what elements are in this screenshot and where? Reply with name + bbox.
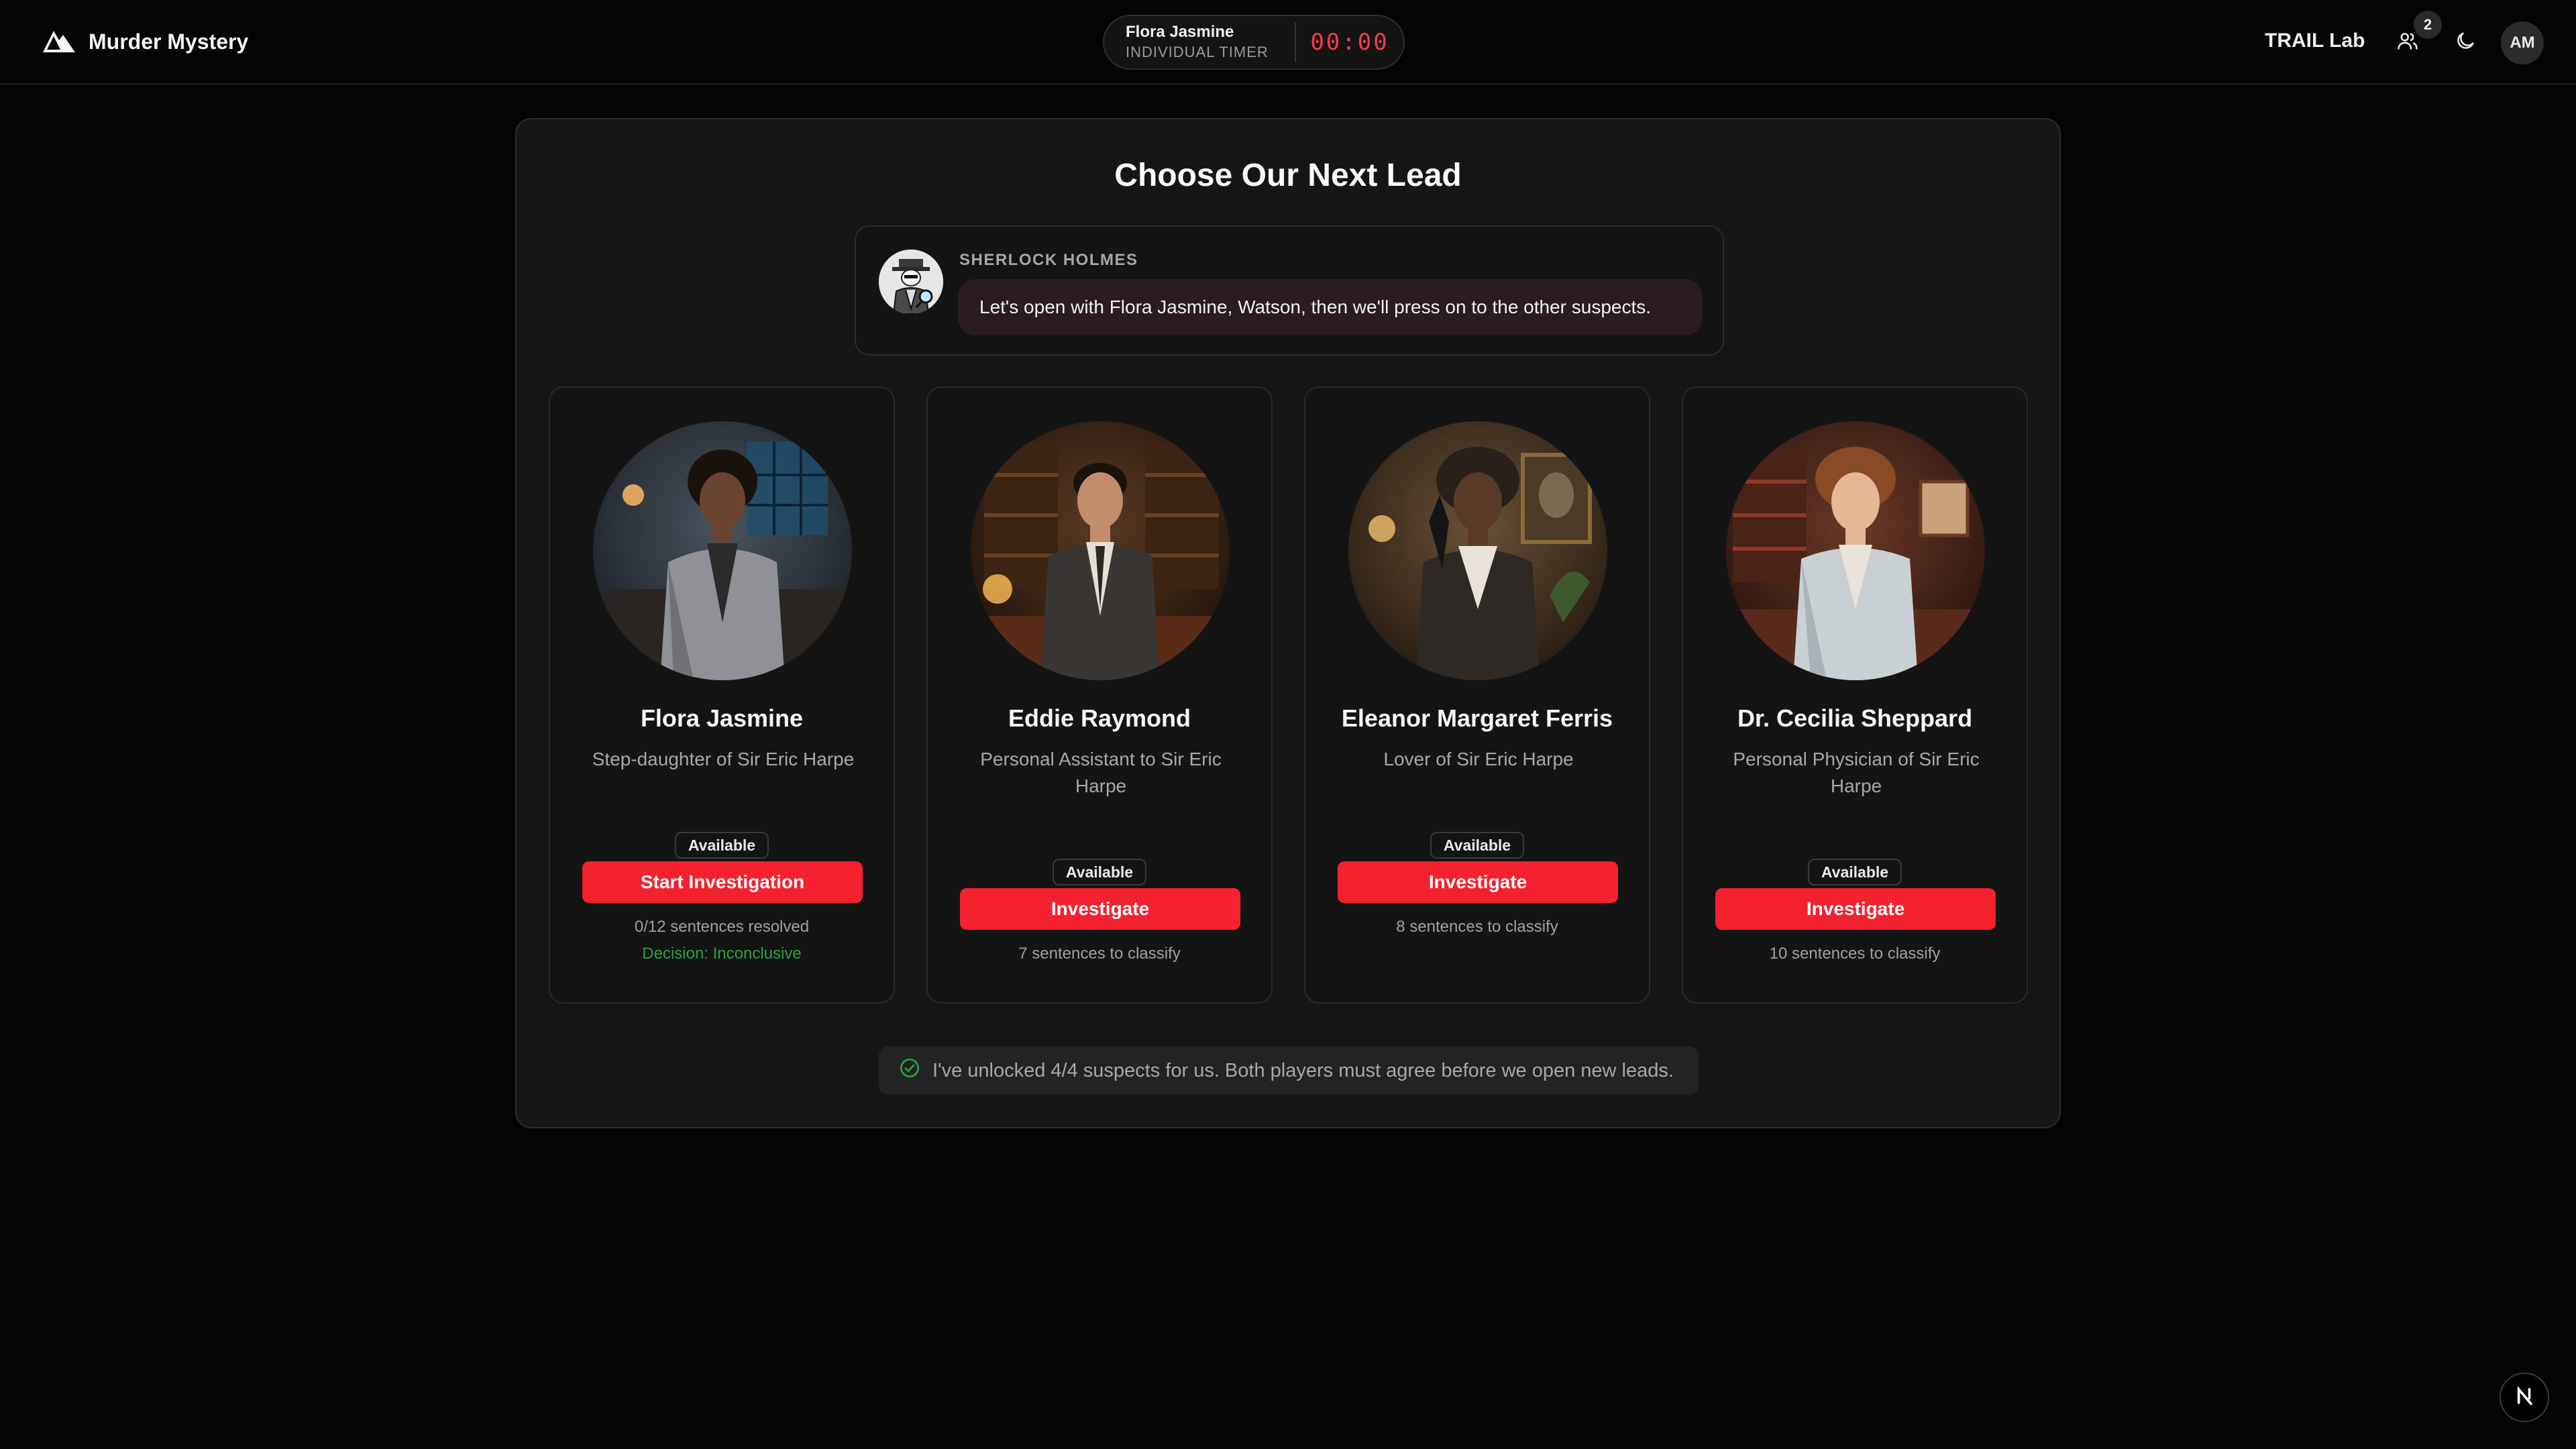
lab-name: TRAIL Lab <box>2265 30 2365 52</box>
user-avatar[interactable]: AM <box>2501 21 2544 64</box>
status-badge: Available <box>1430 832 1525 859</box>
suspect-name: Eleanor Margaret Ferris <box>1341 704 1613 732</box>
nextjs-logo-icon <box>2511 1383 2538 1413</box>
suspect-card-eddie-raymond: Eddie Raymond Personal Assistant to Sir … <box>926 386 1273 1004</box>
suspect-cards: Flora Jasmine Step-daughter of Sir Eric … <box>549 386 2030 1004</box>
suspect-portrait <box>1726 421 1985 680</box>
nextjs-dev-indicator[interactable] <box>2500 1373 2549 1422</box>
sentences-to-classify: 10 sentences to classify <box>1769 945 1941 963</box>
investigate-button[interactable]: Investigate <box>1338 861 1618 903</box>
check-circle-icon <box>899 1057 920 1084</box>
brand[interactable]: Murder Mystery <box>42 27 248 57</box>
unlock-status-message: I've unlocked 4/4 suspects for us. Both … <box>879 1046 1699 1095</box>
suspect-role: Personal Physician of Sir Eric Harpe <box>1733 749 1980 796</box>
sentences-to-classify: 8 sentences to classify <box>1396 918 1558 936</box>
unlock-message-text: I've unlocked 4/4 suspects for us. Both … <box>932 1059 1674 1081</box>
suspect-name: Eddie Raymond <box>1008 704 1191 732</box>
holmes-avatar <box>879 250 943 314</box>
mountain-logo-icon <box>42 27 76 57</box>
sentences-to-classify: 7 sentences to classify <box>1018 945 1181 963</box>
users-icon <box>2396 30 2419 56</box>
page-title: Choose Our Next Lead <box>1114 158 1462 193</box>
suspect-role: Step-daughter of Sir Eric Harpe <box>592 749 855 769</box>
suspect-card-flora-jasmine: Flora Jasmine Step-daughter of Sir Eric … <box>549 386 895 1004</box>
suspect-name: Dr. Cecilia Sheppard <box>1737 704 1973 732</box>
moon-icon <box>2454 30 2477 56</box>
timer-clock: 00:00 <box>1310 29 1389 56</box>
app-title: Murder Mystery <box>89 30 249 54</box>
sentences-resolved: 0/12 sentences resolved <box>634 918 810 936</box>
holmes-speech-bubble: Let's open with Flora Jasmine, Watson, t… <box>958 279 1703 335</box>
investigate-button[interactable]: Investigate <box>960 888 1240 930</box>
holmes-name: SHERLOCK HOLMES <box>959 251 1138 269</box>
suspect-portrait <box>593 421 852 680</box>
suspect-role: Personal Assistant to Sir Eric Harpe <box>980 749 1222 796</box>
start-investigation-button[interactable]: Start Investigation <box>582 861 863 903</box>
lead-selection-panel: Choose Our Next Lead SHERLOCK HOLMES Let… <box>515 118 2061 1128</box>
suspect-role: Lover of Sir Eric Harpe <box>1383 749 1574 769</box>
suspect-portrait <box>1348 421 1607 680</box>
investigate-button[interactable]: Investigate <box>1715 888 1996 930</box>
decision-status: Decision: Inconclusive <box>642 945 802 963</box>
status-badge: Available <box>674 832 769 859</box>
timer-label: INDIVIDUAL TIMER <box>1126 44 1269 60</box>
theme-toggle-button[interactable] <box>2450 27 2481 58</box>
holmes-message-box: SHERLOCK HOLMES Let's open with Flora Ja… <box>855 225 1724 356</box>
suspect-card-eleanor-margaret-ferris: Eleanor Margaret Ferris Lover of Sir Eri… <box>1304 386 1650 1004</box>
status-badge: Available <box>1052 859 1147 885</box>
individual-timer: Flora Jasmine INDIVIDUAL TIMER 00:00 <box>1103 15 1405 70</box>
top-bar: Murder Mystery Flora Jasmine INDIVIDUAL … <box>0 0 2576 85</box>
status-badge: Available <box>1807 859 1902 885</box>
suspect-portrait <box>971 421 1230 680</box>
timer-player-name: Flora Jasmine <box>1126 23 1234 41</box>
suspect-name: Flora Jasmine <box>640 704 804 732</box>
users-count-badge: 2 <box>2414 11 2442 39</box>
suspect-card-dr-cecilia-sheppard: Dr. Cecilia Sheppard Personal Physician … <box>1682 386 2028 1004</box>
